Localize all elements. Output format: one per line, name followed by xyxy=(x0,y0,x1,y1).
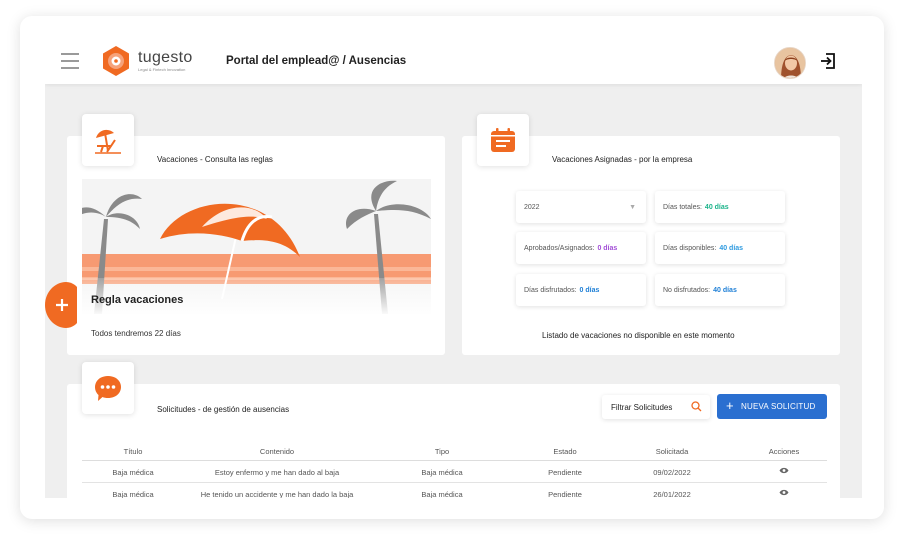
cell-contenido: He tenido un accidente y me han dado la … xyxy=(200,490,354,498)
cell-titulo: Baja médica xyxy=(112,468,154,477)
stat-approved-days: Aprobados/Asignados: 0 días xyxy=(516,232,646,264)
eye-icon[interactable] xyxy=(779,467,789,474)
chat-bubble-icon-tile xyxy=(82,362,134,414)
table-row[interactable]: Baja médica Estoy enfermo y me han dado … xyxy=(82,461,827,483)
stat-available-days: Días disponibles: 40 días xyxy=(655,232,785,264)
stat-value: 0 días xyxy=(597,244,618,252)
chat-bubble-icon xyxy=(95,376,121,401)
rule-title: Regla vacaciones xyxy=(91,294,184,306)
brand-tagline: Legal & Fintech Innovation xyxy=(138,67,186,72)
new-request-label: NUEVA SOLICITUD xyxy=(741,402,816,411)
column-header: Contenido xyxy=(259,447,295,456)
stat-value: 0 días xyxy=(579,286,600,294)
search-icon xyxy=(691,401,702,412)
column-header: Solicitada xyxy=(655,447,689,456)
eye-icon[interactable] xyxy=(779,489,789,496)
table-row[interactable]: Baja médica He tenido un accidente y me … xyxy=(82,483,827,498)
stat-not-enjoyed-days: No disfrutados: 40 días xyxy=(655,274,785,306)
rule-text: Todos tendremos 22 días xyxy=(91,329,181,338)
cell-tipo: Baja médica xyxy=(421,468,463,477)
cell-titulo: Baja médica xyxy=(112,490,154,498)
beach-chair-icon xyxy=(95,129,121,154)
hamburger-icon[interactable] xyxy=(61,53,79,69)
stat-total-days: Días totales: 40 días xyxy=(655,191,785,223)
stat-label: Aprobados/Asignados: xyxy=(524,244,595,252)
column-header: Acciones xyxy=(768,447,800,456)
table-header-row: Título Contenido Tipo Estado Solicitada … xyxy=(82,440,827,461)
year-select-value: 2022 xyxy=(524,203,540,211)
page-title: Portal del emplead@ / Ausencias xyxy=(226,55,407,67)
rules-card-title: Vacaciones - Consulta las reglas xyxy=(157,155,273,164)
requests-card-title: Solicitudes - de gestión de ausencias xyxy=(157,405,290,414)
unavailable-message: Listado de vacaciones no disponible en e… xyxy=(542,331,735,340)
cell-contenido: Estoy enfermo y me han dado al baja xyxy=(214,468,340,477)
beach-chair-icon-tile xyxy=(82,114,134,166)
stat-label: Días totales: xyxy=(663,203,702,211)
stat-label: Días disfrutados: xyxy=(524,286,577,294)
requests-table: Título Contenido Tipo Estado Solicitada … xyxy=(82,440,827,498)
cell-estado: Pendiente xyxy=(548,468,582,477)
filter-requests-label: Filtrar Solicitudes xyxy=(611,402,673,412)
assigned-card-title: Vacaciones Asignadas - por la empresa xyxy=(552,155,693,164)
year-select[interactable]: 2022 ▼ xyxy=(516,191,646,223)
cell-estado: Pendiente xyxy=(548,490,582,498)
app-container: tugesto Legal & Fintech Innovation Porta… xyxy=(45,38,862,498)
calendar-icon-tile xyxy=(477,114,529,166)
stat-value: 40 días xyxy=(704,203,729,211)
stat-value: 40 días xyxy=(719,244,744,252)
filter-requests-button[interactable]: Filtrar Solicitudes xyxy=(602,395,710,419)
column-header: Tipo xyxy=(434,447,450,456)
cell-tipo: Baja médica xyxy=(421,490,463,498)
cell-solicitada: 09/02/2022 xyxy=(653,468,691,477)
top-bar: tugesto Legal & Fintech Innovation Porta… xyxy=(45,38,862,84)
stat-enjoyed-days: Días disfrutados: 0 días xyxy=(516,274,646,306)
chevron-down-icon: ▼ xyxy=(629,203,636,211)
new-request-button[interactable]: + NUEVA SOLICITUD xyxy=(717,394,827,419)
stat-value: 40 días xyxy=(713,286,737,294)
column-header: Estado xyxy=(553,447,577,456)
cell-solicitada: 26/01/2022 xyxy=(653,490,691,498)
avatar[interactable] xyxy=(774,47,806,79)
tugesto-logo xyxy=(103,46,129,76)
logout-icon[interactable] xyxy=(819,52,837,70)
stat-label: No disfrutados: xyxy=(663,286,711,294)
brand-name: tugesto xyxy=(138,49,193,66)
add-fab-button[interactable] xyxy=(43,282,77,328)
column-header: Título xyxy=(123,447,143,456)
plus-icon: + xyxy=(726,398,734,413)
stat-label: Días disponibles: xyxy=(663,244,717,252)
calendar-icon xyxy=(491,128,515,152)
